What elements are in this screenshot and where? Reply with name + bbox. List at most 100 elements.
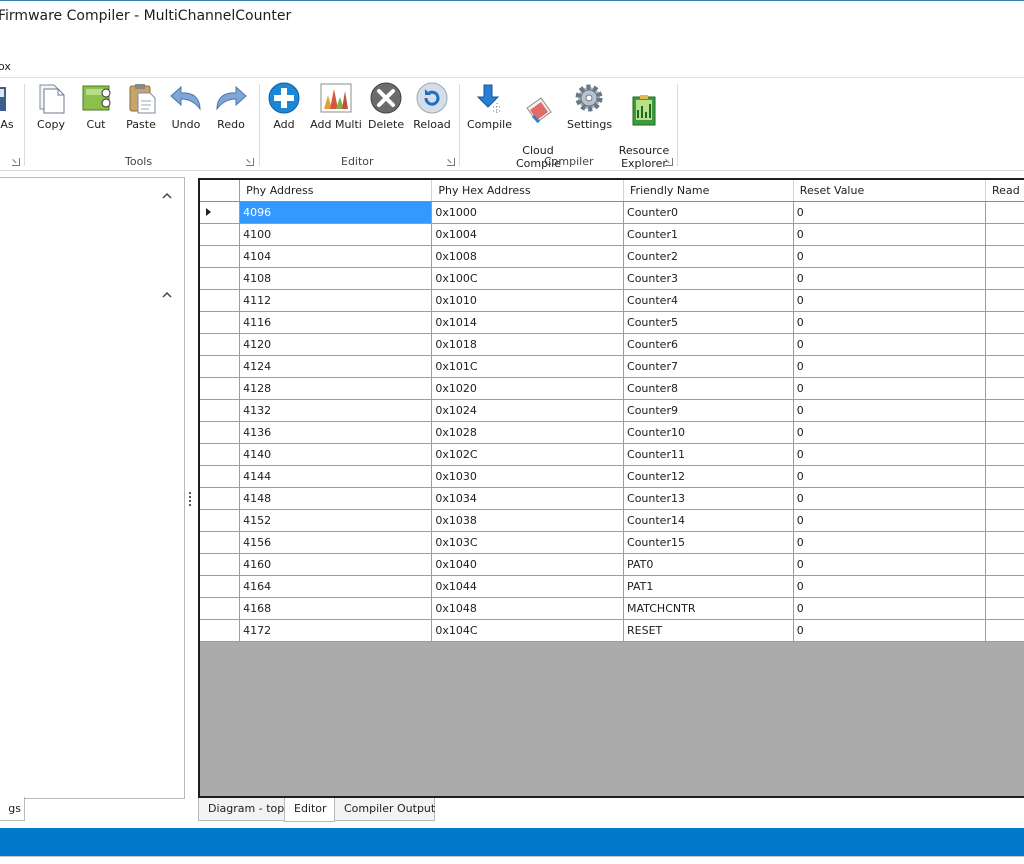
row-header[interactable]: [200, 245, 241, 268]
cell-friendly-name[interactable]: Counter5: [623, 311, 794, 334]
cell-phy-hex-address[interactable]: 0x1020: [431, 377, 625, 400]
cell-phy-address[interactable]: 4120: [239, 333, 433, 356]
menu-item-clipped[interactable]: ox: [0, 60, 11, 73]
cell-read[interactable]: [985, 597, 1024, 620]
cell-read[interactable]: [985, 311, 1024, 334]
cell-phy-address[interactable]: 4128: [239, 377, 433, 400]
cell-reset-value[interactable]: 0: [793, 245, 987, 268]
settings-button[interactable]: Settings: [567, 81, 612, 131]
cell-phy-hex-address[interactable]: 0x1000: [431, 201, 625, 224]
left-panel-tab[interactable]: gs: [0, 797, 25, 821]
cell-phy-address[interactable]: 4096: [239, 201, 433, 224]
add-multi-button[interactable]: Add Multi: [310, 81, 362, 131]
table-row[interactable]: 4104 0x1008 Counter2 0: [200, 245, 1024, 268]
row-header[interactable]: [200, 531, 241, 554]
cell-phy-address[interactable]: 4164: [239, 575, 433, 598]
row-header[interactable]: [200, 575, 241, 598]
cell-friendly-name[interactable]: Counter14: [623, 509, 794, 532]
cell-read[interactable]: [985, 509, 1024, 532]
table-row[interactable]: 4136 0x1028 Counter10 0: [200, 421, 1024, 444]
cell-reset-value[interactable]: 0: [793, 289, 987, 312]
row-header[interactable]: [200, 399, 241, 422]
row-header[interactable]: [200, 509, 241, 532]
cell-read[interactable]: [985, 487, 1024, 510]
table-row[interactable]: 4124 0x101C Counter7 0: [200, 355, 1024, 378]
cell-reset-value[interactable]: 0: [793, 531, 987, 554]
cell-friendly-name[interactable]: Counter4: [623, 289, 794, 312]
cell-phy-hex-address[interactable]: 0x101C: [431, 355, 625, 378]
undo-button[interactable]: Undo: [168, 81, 204, 131]
resource-explorer-button[interactable]: Resource Explorer: [618, 81, 670, 170]
cell-phy-address[interactable]: 4100: [239, 223, 433, 246]
cell-reset-value[interactable]: 0: [793, 597, 987, 620]
compiler-group-launcher[interactable]: [665, 158, 673, 166]
table-row[interactable]: 4148 0x1034 Counter13 0: [200, 487, 1024, 510]
table-row[interactable]: 4140 0x102C Counter11 0: [200, 443, 1024, 466]
cell-read[interactable]: [985, 377, 1024, 400]
compile-button[interactable]: Compile: [467, 81, 512, 131]
cell-reset-value[interactable]: 0: [793, 223, 987, 246]
cell-reset-value[interactable]: 0: [793, 267, 987, 290]
column-header-reset-value[interactable]: Reset Value: [793, 180, 987, 202]
table-row[interactable]: 4160 0x1040 PAT0 0: [200, 553, 1024, 576]
cell-friendly-name[interactable]: PAT0: [623, 553, 794, 576]
cell-read[interactable]: [985, 443, 1024, 466]
cell-phy-hex-address[interactable]: 0x1010: [431, 289, 625, 312]
cell-reset-value[interactable]: 0: [793, 465, 987, 488]
cell-read[interactable]: [985, 245, 1024, 268]
chevron-up-icon[interactable]: [161, 190, 173, 202]
paste-button[interactable]: Paste: [123, 81, 159, 131]
cell-phy-address[interactable]: 4104: [239, 245, 433, 268]
cell-friendly-name[interactable]: Counter13: [623, 487, 794, 510]
cell-phy-address[interactable]: 4156: [239, 531, 433, 554]
cell-reset-value[interactable]: 0: [793, 355, 987, 378]
table-row[interactable]: 4132 0x1024 Counter9 0: [200, 399, 1024, 422]
cell-reset-value[interactable]: 0: [793, 487, 987, 510]
cell-phy-hex-address[interactable]: 0x1038: [431, 509, 625, 532]
row-header[interactable]: [200, 355, 241, 378]
row-header[interactable]: [200, 377, 241, 400]
row-header[interactable]: [200, 421, 241, 444]
chevron-up-icon[interactable]: [161, 289, 173, 301]
add-button[interactable]: Add: [266, 81, 302, 131]
cell-reset-value[interactable]: 0: [793, 399, 987, 422]
row-header[interactable]: [200, 201, 241, 224]
tab-diagram-top[interactable]: Diagram - top: [198, 798, 285, 821]
cell-phy-hex-address[interactable]: 0x1018: [431, 333, 625, 356]
table-row[interactable]: 4168 0x1048 MATCHCNTR 0: [200, 597, 1024, 620]
redo-button[interactable]: Redo: [213, 81, 249, 131]
table-row[interactable]: 4116 0x1014 Counter5 0: [200, 311, 1024, 334]
cell-phy-address[interactable]: 4152: [239, 509, 433, 532]
clipboard-group-launcher[interactable]: [12, 158, 20, 166]
cell-reset-value[interactable]: 0: [793, 201, 987, 224]
cell-phy-hex-address[interactable]: 0x100C: [431, 267, 625, 290]
row-header[interactable]: [200, 597, 241, 620]
row-header[interactable]: [200, 619, 241, 642]
cell-phy-hex-address[interactable]: 0x103C: [431, 531, 625, 554]
cell-reset-value[interactable]: 0: [793, 421, 987, 444]
cell-friendly-name[interactable]: RESET: [623, 619, 794, 642]
cell-phy-hex-address[interactable]: 0x1044: [431, 575, 625, 598]
cell-phy-address[interactable]: 4116: [239, 311, 433, 334]
table-row[interactable]: 4152 0x1038 Counter14 0: [200, 509, 1024, 532]
cell-reset-value[interactable]: 0: [793, 443, 987, 466]
cell-reset-value[interactable]: 0: [793, 575, 987, 598]
table-row[interactable]: 4128 0x1020 Counter8 0: [200, 377, 1024, 400]
cell-read[interactable]: [985, 223, 1024, 246]
cell-phy-hex-address[interactable]: 0x1034: [431, 487, 625, 510]
row-header[interactable]: [200, 465, 241, 488]
cell-phy-hex-address[interactable]: 0x1024: [431, 399, 625, 422]
cell-phy-address[interactable]: 4148: [239, 487, 433, 510]
row-header[interactable]: [200, 553, 241, 576]
tab-compiler-output[interactable]: Compiler Output: [334, 798, 435, 821]
column-header-read[interactable]: Read: [985, 180, 1024, 202]
cell-read[interactable]: [985, 399, 1024, 422]
cell-phy-address[interactable]: 4140: [239, 443, 433, 466]
cell-friendly-name[interactable]: Counter1: [623, 223, 794, 246]
table-row[interactable]: 4108 0x100C Counter3 0: [200, 267, 1024, 290]
cell-phy-address[interactable]: 4132: [239, 399, 433, 422]
cell-read[interactable]: [985, 553, 1024, 576]
cell-phy-address[interactable]: 4160: [239, 553, 433, 576]
cell-read[interactable]: [985, 465, 1024, 488]
tab-editor[interactable]: Editor: [284, 798, 335, 822]
